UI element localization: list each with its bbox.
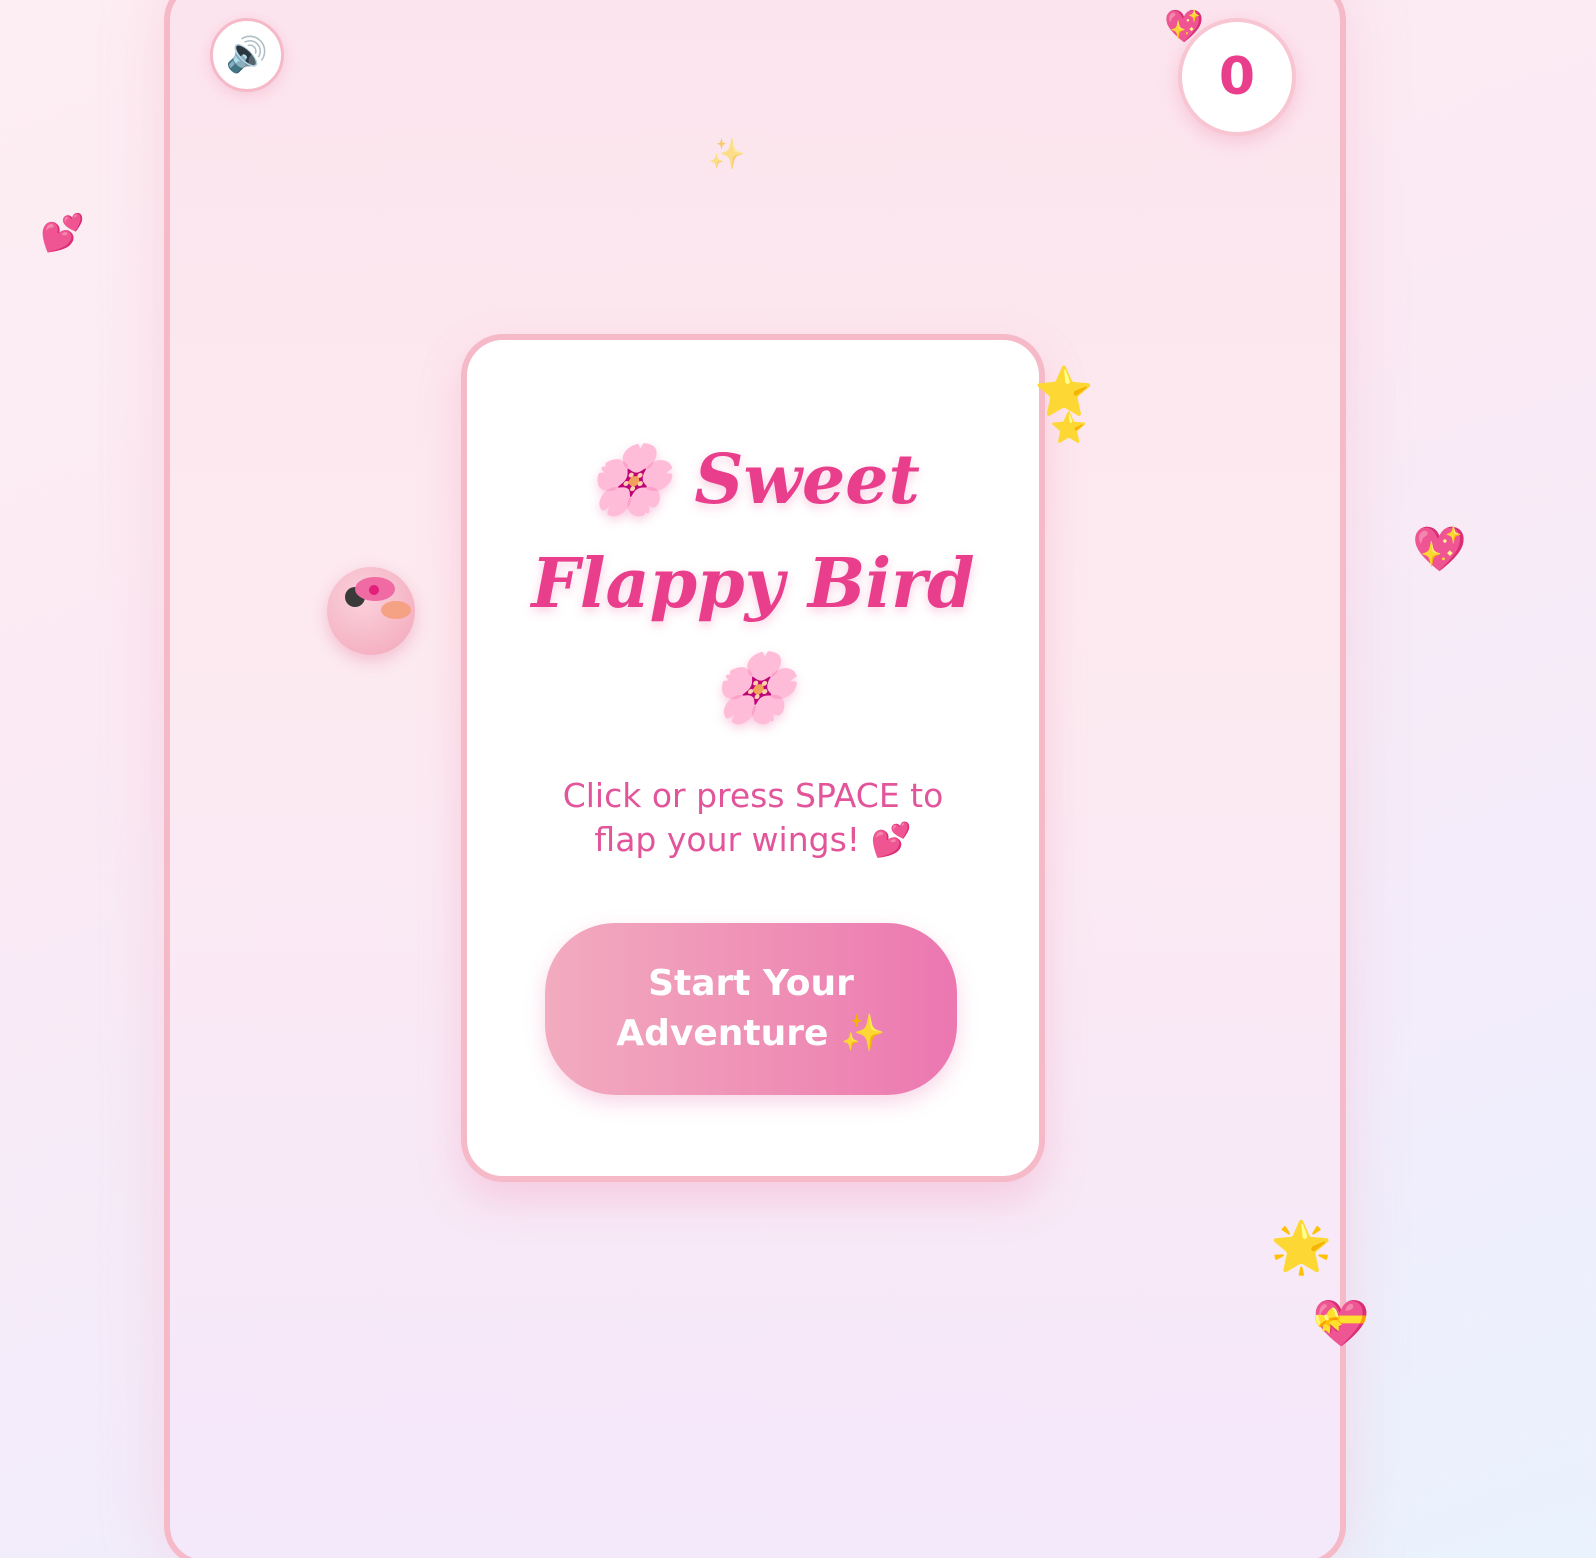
sparkles-icon: ✨ — [708, 137, 746, 172]
star-icon: ⭐ — [1050, 411, 1088, 446]
bird-icon — [327, 567, 415, 655]
star-icon: ⭐ — [1034, 364, 1094, 420]
glowing-star-icon: 🌟 — [1270, 1218, 1333, 1276]
start-menu-card: 🌸 Sweet Flappy Bird 🌸 Click or press SPA… — [461, 334, 1045, 1182]
gift-heart-icon: 💝 — [1312, 1296, 1370, 1350]
speaker-icon: 🔊 — [225, 36, 269, 74]
score-value: 0 — [1218, 47, 1256, 107]
sound-toggle-button[interactable]: 🔊 — [210, 18, 284, 92]
sparkle-heart-icon: 💖 — [1412, 524, 1467, 575]
game-title: 🌸 Sweet Flappy Bird 🌸 — [531, 440, 975, 728]
start-adventure-button[interactable]: Start Your Adventure ✨ — [545, 923, 957, 1095]
bird-wing-spot — [369, 585, 379, 595]
sparkle-heart-icon: 💖 — [1164, 7, 1204, 45]
hearts-icon: 💕 — [40, 213, 85, 254]
bird-beak — [381, 601, 411, 619]
instructions-text: Click or press SPACE to flap your wings!… — [562, 776, 944, 859]
